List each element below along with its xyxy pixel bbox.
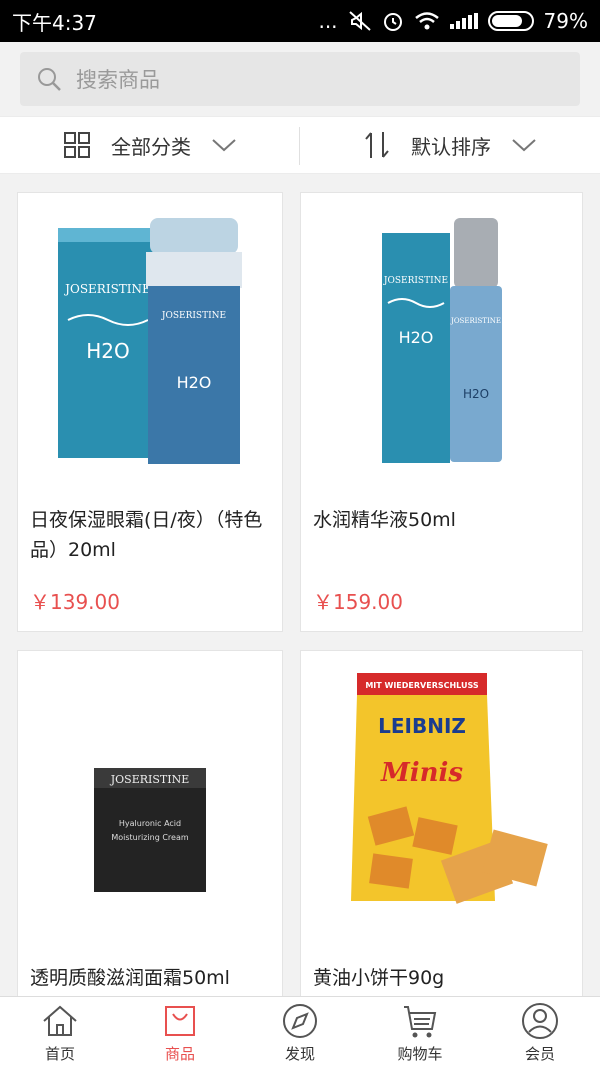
- svg-text:Hyaluronic Acid: Hyaluronic Acid: [119, 819, 181, 828]
- svg-text:H2O: H2O: [177, 373, 212, 392]
- product-grid: JOSERISTINE H2O JOSERISTINE H2O 日夜保湿眼霜(日…: [0, 174, 600, 996]
- svg-text:JOSERISTINE: JOSERISTINE: [161, 311, 226, 321]
- sort-filter-label: 默认排序: [411, 134, 491, 159]
- tab-products[interactable]: 商品: [120, 997, 240, 1067]
- product-image-eye-cream: JOSERISTINE H2O JOSERISTINE H2O: [18, 193, 282, 493]
- mute-icon: [348, 11, 371, 31]
- search-area: 搜索商品: [0, 42, 600, 116]
- svg-text:H2O: H2O: [462, 387, 488, 401]
- svg-text:JOSERISTINE: JOSERISTINE: [450, 317, 501, 325]
- svg-text:Moisturizing Cream: Moisturizing Cream: [111, 833, 189, 842]
- product-price: ￥159.00: [313, 590, 403, 614]
- product-name: 日夜保湿眼霜(日/夜）（特色品）20ml: [30, 509, 263, 561]
- tab-label: 首页: [44, 1044, 75, 1063]
- chevron-down-icon: [212, 139, 236, 152]
- category-filter-label: 全部分类: [111, 134, 191, 159]
- tab-label: 购物车: [397, 1044, 443, 1063]
- filter-bar: 全部分类 默认排序: [0, 116, 600, 174]
- battery-percent: 79%: [543, 9, 588, 33]
- search-placeholder: 搜索商品: [76, 68, 160, 92]
- product-price: ￥139.00: [30, 590, 120, 614]
- member-icon: [522, 1002, 558, 1039]
- product-name: 水润精华液50ml: [313, 509, 456, 531]
- bag-icon: [165, 1005, 195, 1036]
- grid-icon: [64, 132, 90, 158]
- product-image-biscuits: MIT WIEDERVERSCHLUSS LEIBNIZ Minis: [301, 651, 582, 951]
- tab-label: 会员: [524, 1044, 555, 1063]
- svg-text:H2O: H2O: [86, 339, 130, 363]
- tab-label: 发现: [284, 1044, 315, 1063]
- tab-cart[interactable]: 购物车: [360, 997, 480, 1067]
- tab-member[interactable]: 会员: [480, 997, 600, 1067]
- svg-text:MIT WIEDERVERSCHLUSS: MIT WIEDERVERSCHLUSS: [365, 681, 479, 690]
- cart-icon: [404, 1005, 437, 1037]
- battery-icon: [487, 11, 534, 31]
- alarm-icon: [383, 13, 402, 31]
- compass-icon: [283, 1003, 317, 1038]
- svg-text:JOSERISTINE: JOSERISTINE: [382, 276, 447, 286]
- wifi-icon: [414, 12, 439, 30]
- status-time: 下午4:37: [12, 10, 97, 35]
- category-filter[interactable]: 全部分类: [0, 117, 300, 173]
- chevron-down-icon: [512, 139, 536, 152]
- more-dots-icon: ...: [318, 9, 338, 33]
- product-image-essence: JOSERISTINE H2O JOSERISTINE H2O: [301, 193, 582, 493]
- sort-icon: [365, 132, 389, 158]
- svg-text:H2O: H2O: [398, 328, 433, 347]
- status-icons: ... 79%: [318, 9, 588, 33]
- product-card[interactable]: JOSERISTINE H2O JOSERISTINE H2O 水润精华液50m…: [300, 192, 583, 632]
- tab-home[interactable]: 首页: [0, 997, 120, 1067]
- bottom-tab-bar: 首页 商品 发现 购物车 会员: [0, 996, 600, 1067]
- product-card[interactable]: JOSERISTINE Hyaluronic Acid Moisturizing…: [17, 650, 283, 996]
- signal-icon: [449, 13, 478, 29]
- product-name: 黄油小饼干90g: [313, 967, 445, 989]
- tab-discover[interactable]: 发现: [240, 997, 360, 1067]
- sort-filter[interactable]: 默认排序: [300, 117, 600, 173]
- product-image-face-cream: JOSERISTINE Hyaluronic Acid Moisturizing…: [18, 651, 282, 951]
- svg-text:JOSERISTINE: JOSERISTINE: [110, 773, 190, 786]
- search-icon: [38, 68, 61, 91]
- svg-text:Minis: Minis: [379, 758, 462, 788]
- product-name: 透明质酸滋润面霜50ml: [30, 967, 230, 989]
- svg-text:LEIBNIZ: LEIBNIZ: [378, 714, 466, 738]
- svg-text:JOSERISTINE: JOSERISTINE: [63, 282, 151, 296]
- product-card[interactable]: JOSERISTINE H2O JOSERISTINE H2O 日夜保湿眼霜(日…: [17, 192, 283, 632]
- home-icon: [43, 1005, 77, 1036]
- tab-label: 商品: [164, 1044, 195, 1063]
- status-bar: 下午4:37 ... 79%: [0, 0, 600, 42]
- filter-divider: [299, 127, 300, 165]
- product-card[interactable]: MIT WIEDERVERSCHLUSS LEIBNIZ Minis 黄油小饼干…: [300, 650, 583, 996]
- search-input[interactable]: 搜索商品: [20, 52, 580, 106]
